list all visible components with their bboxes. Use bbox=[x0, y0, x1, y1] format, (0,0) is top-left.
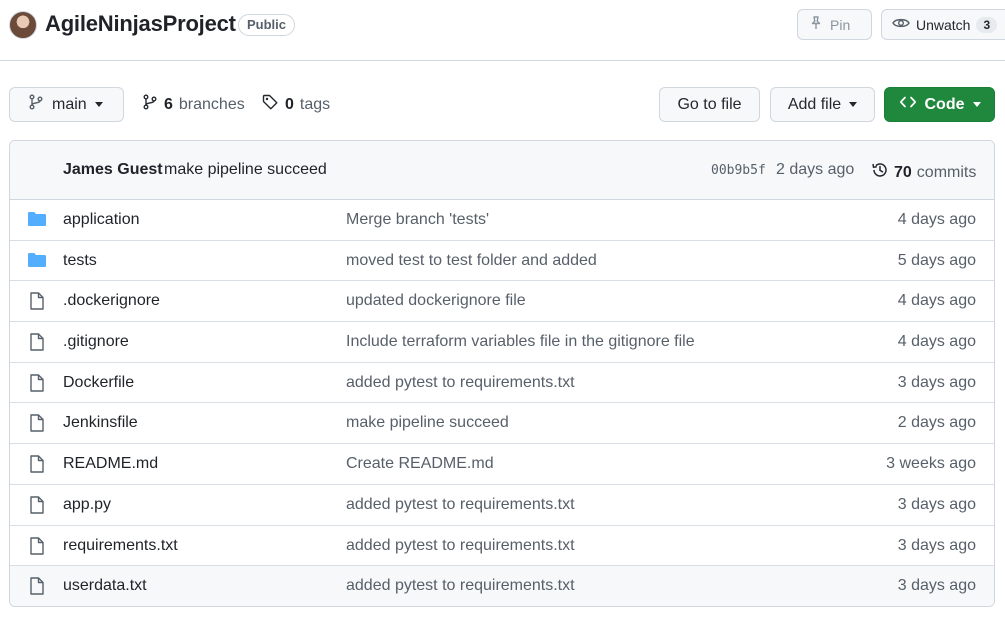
file-row[interactable]: requirements.txt added pytest to requirem… bbox=[10, 526, 994, 567]
file-name-link[interactable]: .dockerignore bbox=[63, 292, 160, 310]
file-commit-message[interactable]: Merge branch 'tests' bbox=[346, 211, 489, 229]
file-icon bbox=[27, 536, 47, 555]
file-row[interactable]: tests moved test to test folder and added… bbox=[10, 241, 994, 282]
commit-sha[interactable]: 00b9b5f bbox=[711, 163, 766, 178]
branches-label: branches bbox=[178, 95, 245, 113]
visibility-badge: Public bbox=[238, 14, 296, 36]
branches-link[interactable]: 6 branches bbox=[142, 94, 245, 115]
repo-header: AgileNinjasProject Public Pin Unwatch 3 bbox=[0, 0, 1005, 61]
folder-icon bbox=[27, 211, 47, 229]
file-commit-message[interactable]: Create README.md bbox=[346, 455, 494, 473]
file-commit-time: 3 days ago bbox=[897, 536, 976, 554]
pin-icon bbox=[808, 15, 824, 34]
repo-title[interactable]: AgileNinjasProject bbox=[45, 11, 236, 37]
file-name-link[interactable]: application bbox=[63, 211, 140, 229]
commit-message[interactable]: make pipeline succeed bbox=[164, 161, 327, 179]
code-icon bbox=[899, 94, 917, 115]
tags-link[interactable]: 0 tags bbox=[262, 94, 330, 115]
code-button[interactable]: Code bbox=[884, 87, 995, 122]
file-commit-time: 5 days ago bbox=[897, 251, 976, 269]
file-icon bbox=[27, 455, 47, 473]
file-commit-message[interactable]: make pipeline succeed bbox=[346, 414, 509, 432]
avatar[interactable] bbox=[9, 11, 37, 39]
unwatch-label: Unwatch bbox=[916, 16, 971, 33]
latest-commit-bar: James Guest make pipeline succeed 00b9b5… bbox=[10, 141, 994, 200]
chevron-down-icon bbox=[849, 102, 858, 107]
commits-label: commits bbox=[916, 163, 977, 181]
file-commit-message[interactable]: Include terraform variables file in the … bbox=[346, 333, 695, 351]
file-name-link[interactable]: README.md bbox=[63, 455, 158, 473]
file-icon bbox=[27, 577, 47, 595]
file-commit-time: 3 weeks ago bbox=[886, 455, 976, 473]
file-row[interactable]: application Merge branch 'tests' 4 days ag… bbox=[10, 200, 994, 241]
file-row[interactable]: .gitignore Include terraform variables fi… bbox=[10, 322, 994, 363]
file-commit-message[interactable]: added pytest to requirements.txt bbox=[346, 374, 575, 392]
file-name-link[interactable]: app.py bbox=[63, 496, 111, 514]
add-file-button[interactable]: Add file bbox=[770, 87, 875, 122]
file-commit-time: 4 days ago bbox=[897, 211, 976, 228]
commit-time: 2 days ago bbox=[776, 161, 855, 178]
file-commit-time: 3 days ago bbox=[897, 577, 976, 595]
file-row[interactable]: app.py added pytest to requirements.txt 3 … bbox=[10, 485, 994, 526]
commit-author[interactable]: James Guest bbox=[63, 161, 163, 179]
file-commit-message[interactable]: added pytest to requirements.txt bbox=[346, 577, 575, 595]
commits-count: 70 bbox=[894, 163, 912, 181]
commits-link[interactable]: 70 commits bbox=[871, 161, 976, 184]
pin-button[interactable]: Pin bbox=[797, 9, 872, 40]
file-icon bbox=[27, 292, 47, 311]
folder-icon bbox=[27, 252, 47, 270]
file-icon bbox=[27, 496, 47, 514]
file-commit-time: 4 days ago bbox=[897, 292, 976, 310]
file-list: application Merge branch 'tests' 4 days ag… bbox=[10, 200, 994, 606]
file-name-link[interactable]: tests bbox=[63, 252, 97, 270]
eye-icon bbox=[892, 15, 910, 34]
file-row[interactable]: .dockerignore updated dockerignore file 4 … bbox=[10, 281, 994, 323]
file-row[interactable]: userdata.txt added pytest to requirements… bbox=[10, 566, 994, 606]
file-commit-time: 4 days ago bbox=[897, 333, 976, 351]
branch-select-button[interactable]: main bbox=[9, 87, 124, 122]
file-commit-message[interactable]: moved test to test folder and added bbox=[346, 252, 597, 270]
tags-label: tags bbox=[299, 95, 331, 113]
file-commit-message[interactable]: added pytest to requirements.txt bbox=[346, 537, 575, 555]
file-commit-time: 3 days ago bbox=[897, 495, 976, 513]
file-commit-message[interactable]: updated dockerignore file bbox=[346, 292, 526, 310]
file-commit-time: 2 days ago bbox=[897, 414, 976, 432]
file-name-link[interactable]: Jenkinsfile bbox=[63, 414, 138, 432]
file-row[interactable]: Jenkinsfile make pipeline succeed 2 days a… bbox=[10, 403, 994, 445]
chevron-down-icon bbox=[972, 102, 981, 107]
file-icon bbox=[27, 414, 47, 433]
file-row[interactable]: README.md Create README.md 3 weeks ago bbox=[10, 444, 994, 485]
file-row[interactable]: Dockerfile added pytest to requirements.t… bbox=[10, 363, 994, 404]
file-name-link[interactable]: userdata.txt bbox=[63, 577, 147, 595]
file-icon bbox=[27, 333, 47, 351]
git-branch-icon bbox=[142, 94, 158, 115]
file-name-link[interactable]: Dockerfile bbox=[63, 374, 134, 392]
file-name-link[interactable]: .gitignore bbox=[63, 333, 129, 351]
pin-label: Pin bbox=[830, 16, 851, 33]
history-icon bbox=[871, 161, 889, 184]
file-list-box: James Guest make pipeline succeed 00b9b5… bbox=[9, 140, 995, 607]
unwatch-button[interactable]: Unwatch 3 bbox=[881, 9, 1005, 40]
chevron-down-icon bbox=[94, 102, 103, 107]
code-label: Code bbox=[924, 95, 965, 113]
git-branch-icon bbox=[28, 94, 44, 115]
file-name-link[interactable]: requirements.txt bbox=[63, 537, 178, 555]
tags-count: 0 bbox=[285, 95, 294, 113]
branch-name: main bbox=[52, 95, 87, 113]
go-to-file-button[interactable]: Go to file bbox=[659, 87, 760, 122]
file-commit-time: 3 days ago bbox=[897, 373, 976, 391]
file-commit-message[interactable]: added pytest to requirements.txt bbox=[346, 496, 575, 514]
file-icon bbox=[27, 374, 47, 392]
add-file-label: Add file bbox=[787, 95, 842, 113]
branches-count: 6 bbox=[164, 95, 173, 113]
tag-icon bbox=[262, 94, 279, 115]
watch-count-badge: 3 bbox=[976, 16, 998, 33]
